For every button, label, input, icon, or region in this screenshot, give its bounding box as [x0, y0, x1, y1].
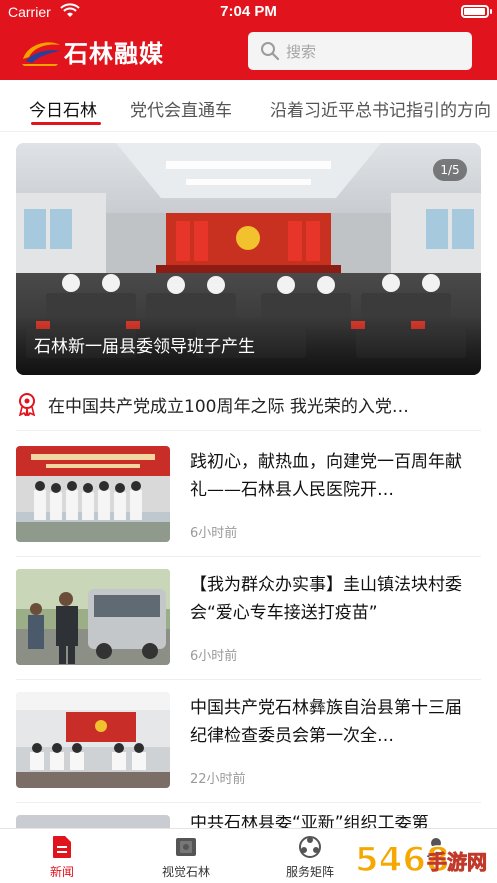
news-title: 中国共产党石林彝族自治县第十三届纪律检查委员会第一次全… [190, 698, 462, 746]
banner-caption: 石林新一届县委领导班子产生 [34, 337, 255, 357]
news-title: 践初心，献热血，向建党一百周年献礼——石林县人民医院开… [190, 452, 462, 500]
tab-following-direction[interactable]: 沿着习近平总书记指引的方向 [270, 96, 491, 121]
news-title: 【我为群众办实事】圭山镇法块村委会“爱心专车接送打疫苗” [190, 575, 462, 623]
logo-text: 石林融媒 [64, 40, 164, 68]
channel-tabs: 今日石林 党代会直通车 沿着习近平总书记指引的方向 [0, 80, 497, 132]
app-logo: 石林融媒 [20, 34, 164, 69]
app-root: Carrier 7:04 PM 石林融媒 搜索 今日石林 党代会直通车 沿着习近… [0, 0, 497, 883]
logo-mark-icon [22, 41, 60, 66]
search-icon [261, 42, 280, 61]
active-tab-indicator [31, 122, 101, 125]
award-badge-icon [18, 393, 36, 416]
tabbar-visual[interactable]: 视觉石林 [136, 835, 236, 880]
news-thumbnail [16, 692, 170, 788]
news-thumbnail [16, 446, 170, 542]
status-bar: Carrier 7:04 PM [0, 0, 497, 24]
banner-carousel[interactable]: 1/5 石林新一届县委领导班子产生 [16, 143, 481, 375]
notice-row[interactable]: 在中国共产党成立100周年之际 我光荣的入党… [16, 386, 481, 422]
news-icon [53, 836, 71, 858]
battery-icon [461, 5, 492, 18]
notice-text: 在中国共产党成立100周年之际 我光荣的入党… [48, 396, 409, 417]
tabbar-news[interactable]: 新闻 [12, 835, 112, 880]
site-watermark-logo: 5468 手游网 [354, 839, 487, 879]
battery-level [464, 8, 485, 15]
search-box[interactable]: 搜索 [248, 32, 472, 70]
news-divider [16, 679, 481, 680]
news-title: 中共石林县委“亚新”组织工委第 [190, 815, 429, 828]
status-time: 7:04 PM [220, 3, 277, 20]
banner-page-indicator: 1/5 [433, 159, 467, 181]
watermark-text: 手游网 [427, 850, 487, 874]
tab-today-shilin[interactable]: 今日石林 [29, 96, 97, 121]
search-placeholder: 搜索 [286, 42, 317, 61]
news-time: 6小时前 [190, 526, 238, 541]
news-divider [16, 802, 481, 803]
tabbar-label: 服务矩阵 [285, 865, 334, 879]
news-thumbnail [16, 569, 170, 665]
news-thumbnail [16, 815, 170, 828]
banner-caption-overlay: 石林新一届县委领导班子产生 [16, 315, 481, 375]
news-item[interactable]: 中共石林县委“亚新”组织工委第 [16, 815, 481, 828]
news-time: 22小时前 [190, 772, 246, 787]
news-item[interactable]: 中国共产党石林彝族自治县第十三届纪律检查委员会第一次全… 22小时前 [16, 692, 481, 790]
tab-party-congress[interactable]: 党代会直通车 [130, 96, 232, 121]
tabbar-services[interactable]: 服务矩阵 [260, 835, 360, 880]
news-item[interactable]: 【我为群众办实事】圭山镇法块村委会“爱心专车接送打疫苗” 6小时前 [16, 569, 481, 667]
news-divider [16, 556, 481, 557]
news-item[interactable]: 践初心，献热血，向建党一百周年献礼——石林县人民医院开… 6小时前 [16, 446, 481, 544]
app-header: Carrier 7:04 PM 石林融媒 搜索 [0, 0, 497, 80]
tabbar-label: 新闻 [49, 865, 74, 879]
news-time: 6小时前 [190, 649, 238, 664]
tabbar-label: 视觉石林 [161, 865, 210, 879]
notice-divider [16, 430, 481, 431]
service-icon [299, 836, 321, 858]
video-icon [176, 838, 196, 856]
tabs-divider [0, 131, 497, 132]
